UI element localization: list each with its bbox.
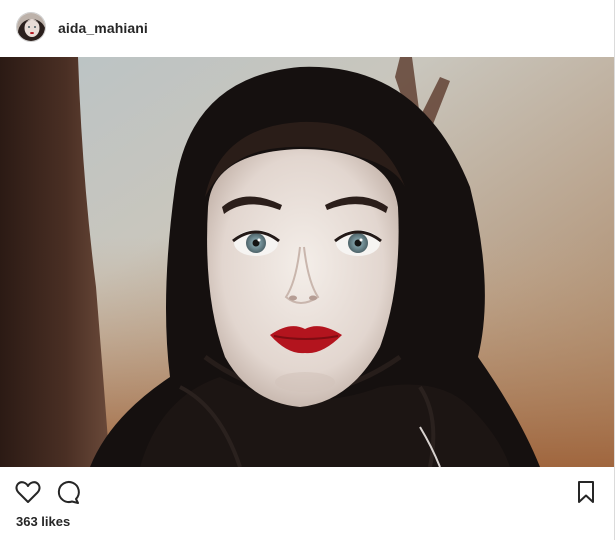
post-photo[interactable]: [0, 57, 614, 467]
instagram-post: aida_mahiani 363 likes: [0, 0, 615, 540]
post-header: aida_mahiani: [0, 0, 614, 56]
avatar[interactable]: [16, 12, 46, 42]
heart-icon[interactable]: [14, 478, 42, 506]
username-link[interactable]: aida_mahiani: [58, 20, 148, 36]
post-actions: [0, 467, 614, 515]
likes-count[interactable]: 363 likes: [16, 514, 70, 529]
bookmark-icon[interactable]: [572, 478, 600, 506]
comment-bubble-icon[interactable]: [54, 478, 82, 506]
